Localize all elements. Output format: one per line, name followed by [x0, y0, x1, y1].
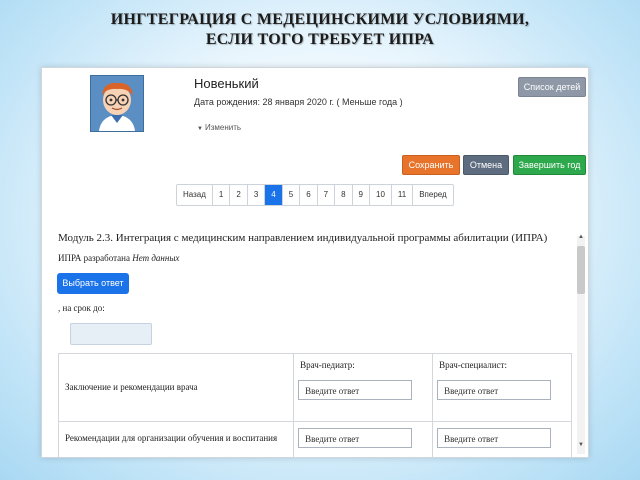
- page-3[interactable]: 3: [247, 185, 266, 205]
- child-name: Новенький: [194, 76, 259, 91]
- row-label: Заключение и рекомендации врача: [65, 382, 198, 392]
- scroll-up-icon[interactable]: ▲: [577, 234, 585, 240]
- save-button[interactable]: Сохранить: [402, 155, 460, 175]
- ipra-status: ИПРА разработана Нет данных: [58, 253, 179, 263]
- choose-answer-button[interactable]: Выбрать ответ: [57, 273, 129, 294]
- recommendations-table: Заключение и рекомендации врача Врач-пед…: [57, 353, 572, 457]
- page-1[interactable]: 1: [212, 185, 231, 205]
- ipra-value: Нет данных: [132, 253, 180, 263]
- scroll-down-icon[interactable]: ▼: [577, 442, 585, 448]
- ipra-label: ИПРА разработана: [58, 253, 130, 263]
- cancel-button[interactable]: Отмена: [463, 155, 509, 175]
- page-10[interactable]: 10: [370, 185, 392, 205]
- module-title: Модуль 2.3. Интеграция с медицинским нап…: [58, 232, 548, 244]
- table-row: Заключение и рекомендации врача Врач-пед…: [57, 353, 572, 422]
- app-screenshot: Новенький Дата рождения: 28 января 2020 …: [41, 67, 589, 458]
- child-avatar-icon: [90, 75, 144, 132]
- deadline-label: , на срок до:: [58, 303, 105, 313]
- edit-link[interactable]: ▼ Изменить: [197, 123, 241, 132]
- page-8[interactable]: 8: [335, 185, 353, 205]
- page-4-active[interactable]: 4: [265, 185, 283, 205]
- finish-year-button[interactable]: Завершить год: [513, 155, 586, 175]
- page-9[interactable]: 9: [352, 185, 370, 205]
- specialist-answer-input[interactable]: Введите ответ: [437, 380, 552, 400]
- pediatrician-answer-input[interactable]: Введите ответ: [298, 428, 413, 448]
- scrollbar-thumb[interactable]: [577, 246, 585, 294]
- page-prev[interactable]: Назад: [177, 185, 213, 205]
- page-next[interactable]: Вперед: [413, 185, 453, 205]
- page-5[interactable]: 5: [282, 185, 301, 205]
- row-label: Рекомендации для организации обучения и …: [65, 433, 278, 443]
- edit-label: Изменить: [204, 123, 242, 132]
- specialist-answer-input[interactable]: Введите ответ: [437, 428, 552, 448]
- table-row: Рекомендации для организации обучения и …: [57, 421, 572, 457]
- slide-title-line-1: ИНГТЕГРАЦИЯ С МЕДЕЦИНСКИМИ УСЛОВИЯМИ,: [110, 11, 530, 28]
- deadline-input[interactable]: [70, 323, 152, 345]
- page-7[interactable]: 7: [317, 185, 336, 205]
- page-6[interactable]: 6: [300, 185, 318, 205]
- page-2[interactable]: 2: [230, 185, 248, 205]
- pagination: Назад 1 2 3 4 5 6 7 8 9 10 11 Вперед: [176, 184, 454, 206]
- birth-date: Дата рождения: 28 января 2020 г. ( Меньш…: [194, 97, 403, 107]
- slide-title-line-2: ЕСЛИ ТОГО ТРЕБУЕТ ИПРА: [205, 31, 435, 48]
- pediatrician-answer-input[interactable]: Введите ответ: [298, 380, 413, 400]
- pediatrician-header: Врач-педиатр:: [300, 360, 355, 370]
- children-list-button[interactable]: Список детей: [518, 77, 586, 97]
- slide-title: ИНГТЕГРАЦИЯ С МЕДЕЦИНСКИМИ УСЛОВИЯМИ, ЕС…: [0, 10, 640, 50]
- page-11[interactable]: 11: [391, 185, 414, 205]
- specialist-header: Врач-специалист:: [439, 360, 507, 370]
- caret-down-icon: ▼: [197, 126, 203, 132]
